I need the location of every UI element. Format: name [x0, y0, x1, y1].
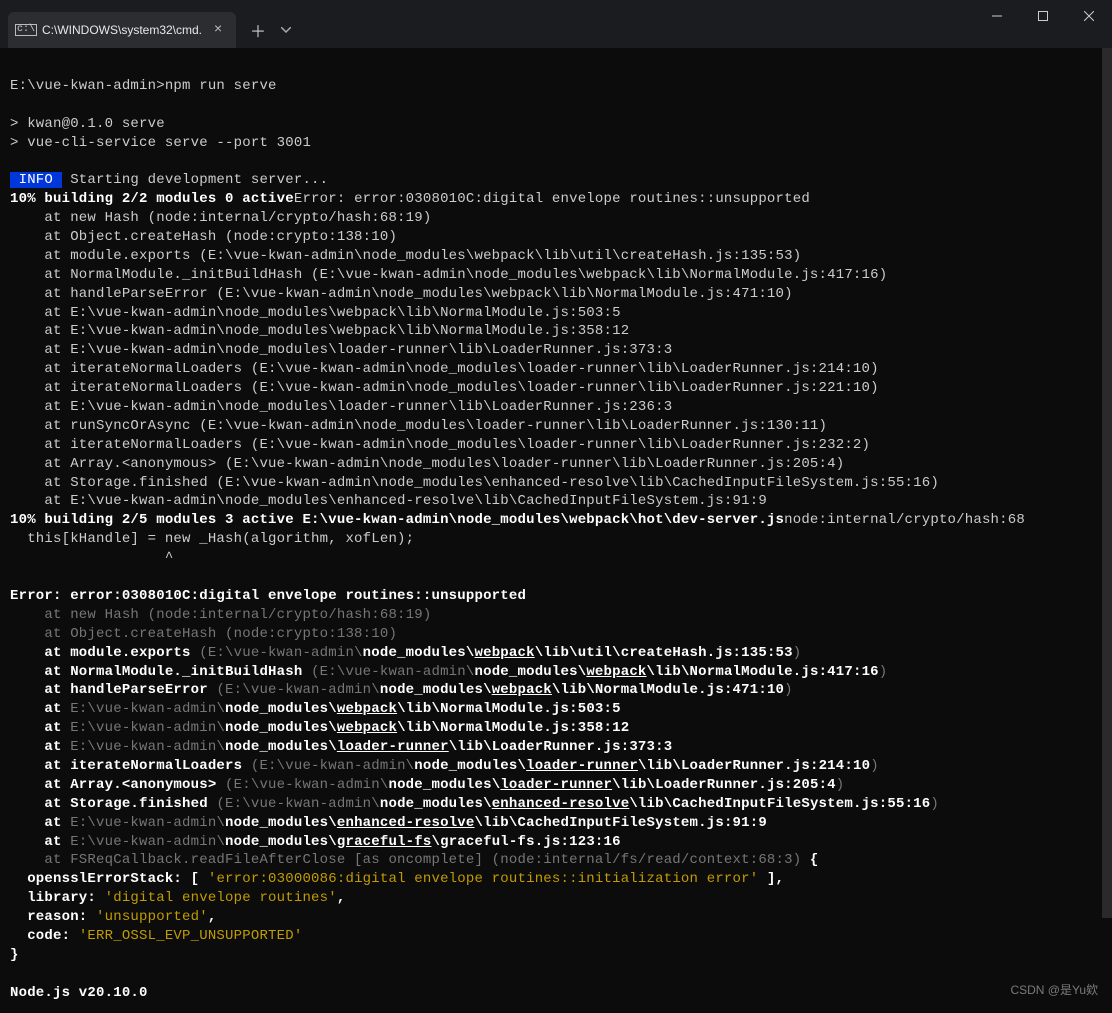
stack-line: at FSReqCallback.readFileAfterClose [as …	[10, 852, 801, 868]
error-line: Error: error:0308010C:digital envelope r…	[294, 191, 810, 207]
terminal-output[interactable]: E:\vue-kwan-admin>npm run serve > kwan@0…	[0, 48, 1112, 1013]
titlebar: c:\ C:\WINDOWS\system32\cmd. × ＋	[0, 0, 1112, 48]
build-progress: 10% building 2/5 modules 3 active E:\vue…	[10, 512, 784, 528]
scrollbar-thumb[interactable]	[1102, 48, 1112, 918]
scrollbar[interactable]	[1100, 48, 1112, 1006]
error-prop: opensslErrorStack: [	[10, 871, 208, 887]
stack-line: at handleParseError	[10, 682, 216, 698]
stack-line: at NormalModule._initBuildHash (E:\vue-k…	[10, 267, 887, 283]
stack-line: at Storage.finished	[10, 796, 216, 812]
stack-line: at E:\vue-kwan-admin\node_modules\loader…	[10, 342, 672, 358]
stack-line: at iterateNormalLoaders (E:\vue-kwan-adm…	[10, 437, 870, 453]
terminal-line: ^	[10, 550, 173, 566]
error-brace: }	[10, 947, 19, 963]
close-icon[interactable]: ×	[210, 22, 226, 38]
terminal-line: node:internal/crypto/hash:68	[784, 512, 1025, 528]
stack-line: at E:\vue-kwan-admin\node_modules\webpac…	[10, 305, 621, 321]
info-badge: INFO	[10, 172, 62, 188]
cmd-icon: c:\	[18, 22, 34, 38]
error-title: Error: error:0308010C:digital envelope r…	[10, 588, 526, 604]
error-prop: reason:	[10, 909, 96, 925]
tab-dropdown-button[interactable]	[274, 14, 298, 46]
stack-line: at E:\vue-kwan-admin\node_modules\webpac…	[10, 323, 629, 339]
window-controls	[974, 0, 1112, 40]
minimize-button[interactable]	[974, 0, 1020, 32]
tab-title: C:\WINDOWS\system32\cmd.	[42, 23, 202, 37]
tab-cmd[interactable]: c:\ C:\WINDOWS\system32\cmd. ×	[8, 12, 236, 48]
close-button[interactable]	[1066, 0, 1112, 32]
maximize-icon	[1038, 11, 1048, 21]
chevron-down-icon	[281, 27, 291, 33]
stack-line: at Object.createHash (node:crypto:138:10…	[10, 626, 397, 642]
stack-line: at E:\vue-kwan-admin\node_modules\loader…	[10, 399, 672, 415]
maximize-button[interactable]	[1020, 0, 1066, 32]
minimize-icon	[992, 11, 1002, 21]
terminal-line: > kwan@0.1.0 serve	[10, 116, 165, 132]
close-icon	[1084, 11, 1094, 21]
stack-line: at	[10, 815, 70, 831]
stack-line: at Array.<anonymous> (E:\vue-kwan-admin\…	[10, 456, 844, 472]
terminal-line: E:\vue-kwan-admin>npm run serve	[10, 78, 277, 94]
error-prop: library:	[10, 890, 105, 906]
stack-line: at handleParseError (E:\vue-kwan-admin\n…	[10, 286, 793, 302]
stack-line: at E:\vue-kwan-admin\node_modules\enhanc…	[10, 493, 767, 509]
stack-line: at iterateNormalLoaders	[10, 758, 251, 774]
terminal-line: > vue-cli-service serve --port 3001	[10, 135, 311, 151]
build-progress: 10% building 2/2 modules 0 active	[10, 191, 294, 207]
stack-line: at Object.createHash (node:crypto:138:10…	[10, 229, 397, 245]
stack-line: at runSyncOrAsync (E:\vue-kwan-admin\nod…	[10, 418, 827, 434]
error-prop: code:	[10, 928, 79, 944]
terminal-line: Starting development server...	[62, 172, 329, 188]
stack-line: at	[10, 739, 70, 755]
stack-line: at NormalModule._initBuildHash	[10, 664, 311, 680]
stack-line: at iterateNormalLoaders (E:\vue-kwan-adm…	[10, 380, 879, 396]
stack-line: at	[10, 720, 70, 736]
stack-line: at iterateNormalLoaders (E:\vue-kwan-adm…	[10, 361, 879, 377]
stack-line: at new Hash (node:internal/crypto/hash:6…	[10, 210, 431, 226]
stack-line: at	[10, 701, 70, 717]
stack-line: at module.exports (E:\vue-kwan-admin\nod…	[10, 248, 801, 264]
tab-row: c:\ C:\WINDOWS\system32\cmd. × ＋	[0, 12, 298, 48]
stack-line: at module.exports	[10, 645, 199, 661]
stack-line: at new Hash (node:internal/crypto/hash:6…	[10, 607, 431, 623]
stack-line: at Storage.finished (E:\vue-kwan-admin\n…	[10, 475, 939, 491]
watermark: CSDN @是Yu欸	[1010, 981, 1098, 998]
stack-line: at Array.<anonymous>	[10, 777, 225, 793]
stack-line: at	[10, 834, 70, 850]
terminal-line: this[kHandle] = new _Hash(algorithm, xof…	[10, 531, 414, 547]
node-version: Node.js v20.10.0	[10, 985, 148, 1001]
new-tab-button[interactable]: ＋	[242, 14, 274, 46]
